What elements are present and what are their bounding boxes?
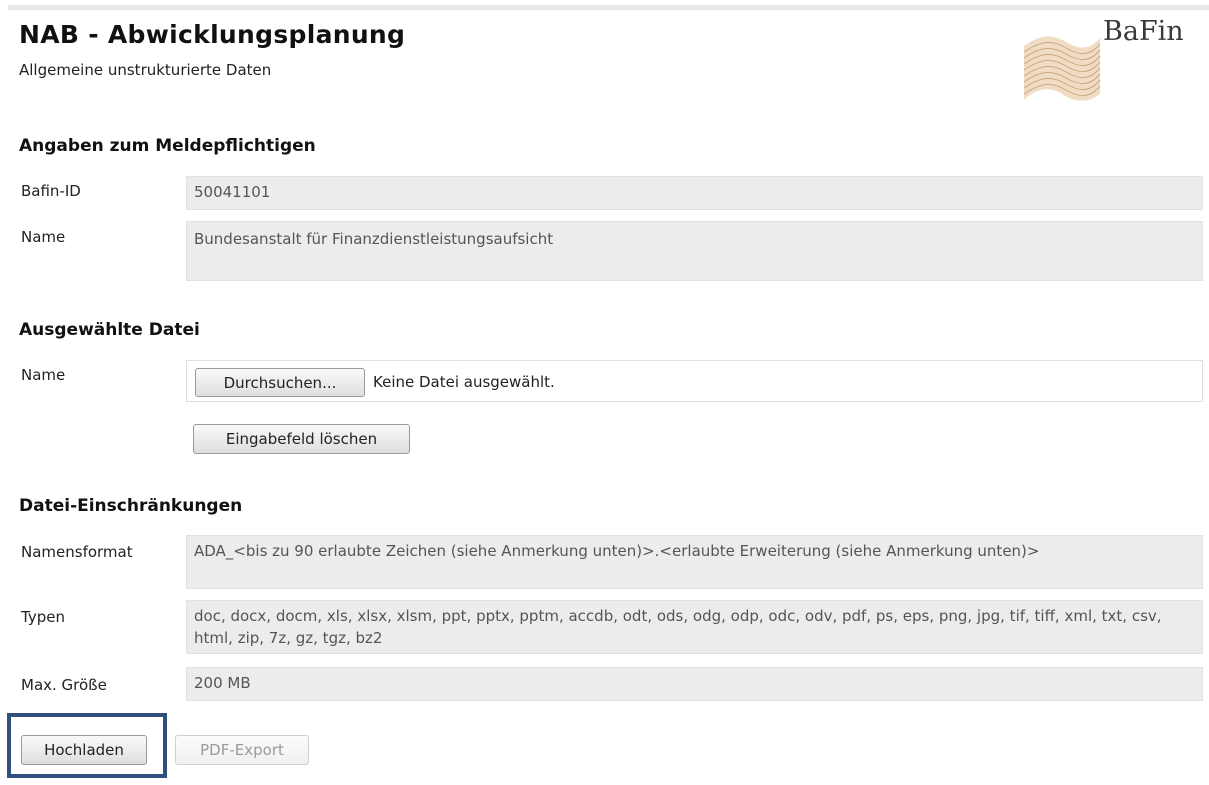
browse-button[interactable]: Durchsuchen... <box>195 368 365 397</box>
max-size-label: Max. Größe <box>21 676 107 694</box>
name-field[interactable]: Bundesanstalt für Finanzdienstleistungsa… <box>186 221 1203 281</box>
no-file-text: Keine Datei ausgewählt. <box>373 373 555 391</box>
name-format-label: Namensformat <box>21 543 133 561</box>
types-field: doc, docx, docm, xls, xlsx, xlsm, ppt, p… <box>186 600 1203 654</box>
section-title-restrictions: Datei-Einschränkungen <box>19 496 243 516</box>
clear-field-button[interactable]: Eingabefeld löschen <box>193 424 410 454</box>
top-divider <box>8 5 1209 10</box>
bafin-id-field: 50041101 <box>186 176 1203 210</box>
bafin-id-label: Bafin-ID <box>21 182 81 200</box>
max-size-field: 200 MB <box>186 667 1203 701</box>
file-name-label: Name <box>21 366 66 384</box>
page-subtitle: Allgemeine unstrukturierte Daten <box>19 61 272 79</box>
upload-button[interactable]: Hochladen <box>21 735 147 765</box>
name-format-field: ADA_<bis zu 90 erlaubte Zeichen (siehe A… <box>186 535 1203 589</box>
section-title-reporter: Angaben zum Meldepflichtigen <box>19 136 316 156</box>
name-label: Name <box>21 228 66 246</box>
bafin-logo-text: BaFin <box>1103 16 1184 47</box>
bafin-logo-icon <box>1023 36 1101 101</box>
pdf-export-button[interactable]: PDF-Export <box>175 735 309 765</box>
page-title: NAB - Abwicklungsplanung <box>19 20 406 49</box>
section-title-selected-file: Ausgewählte Datei <box>19 320 200 340</box>
types-label: Typen <box>21 608 65 626</box>
